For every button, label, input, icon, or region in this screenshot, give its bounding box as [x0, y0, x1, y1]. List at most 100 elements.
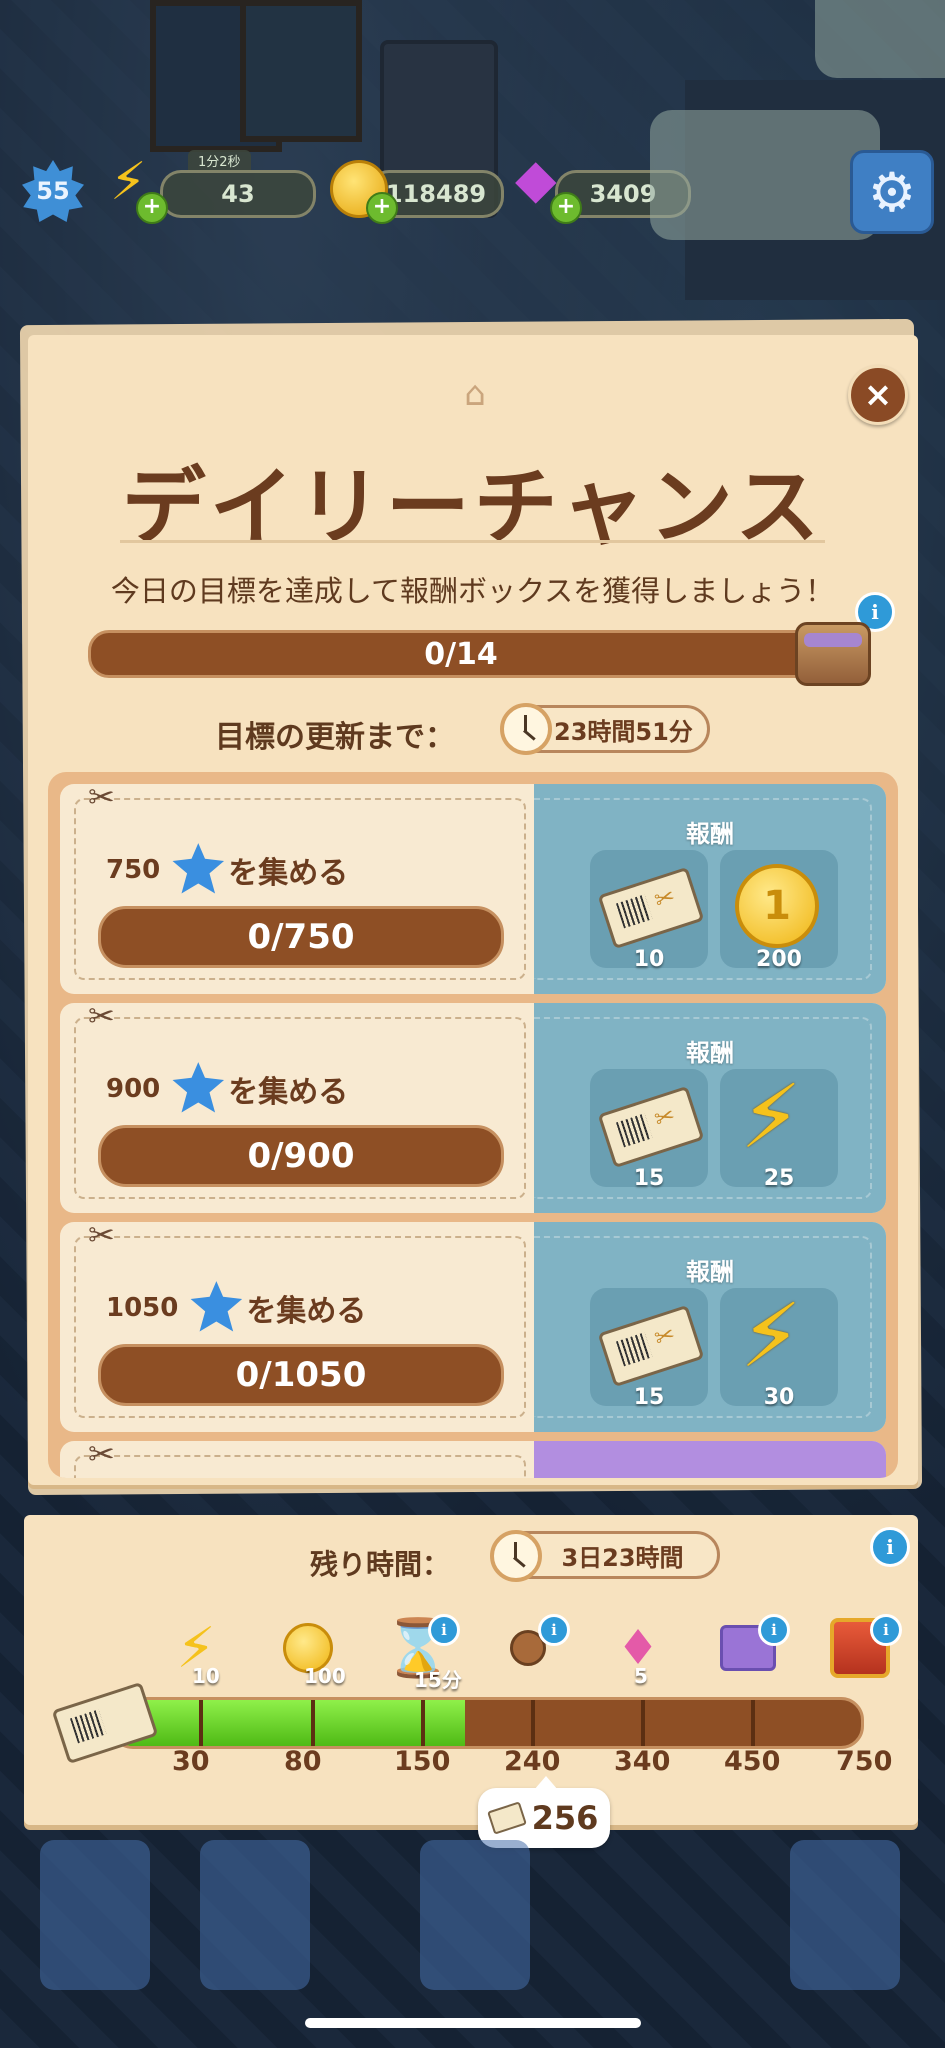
reward-label: 報酬: [686, 1258, 734, 1286]
milestone-tick: [751, 1700, 755, 1746]
nav-tile: [40, 1840, 150, 1990]
milestone-threshold: 240: [504, 1746, 561, 1777]
remaining-time-label: 残り時間：: [310, 1548, 451, 1581]
lightning-icon: ⚡: [740, 1065, 802, 1168]
blue-star-icon: [190, 1281, 243, 1332]
task-progress-text: 0/900: [247, 1136, 355, 1176]
task-suffix: を集める: [228, 856, 349, 891]
task-progress-bar: 0/750: [98, 906, 504, 968]
energy-timer: 1分2秒: [188, 150, 251, 171]
ticket-icon: [597, 1304, 705, 1388]
clock-icon: [500, 703, 552, 755]
reward-label: 報酬: [686, 820, 734, 848]
reward-value: 10: [633, 947, 665, 972]
daily-progress-text: 0/14: [424, 636, 498, 672]
milestone-threshold: 340: [614, 1746, 671, 1777]
task-bubble-top[interactable]: [815, 0, 945, 78]
nav-tile: [200, 1840, 310, 1990]
task-suffix: を集める: [246, 1294, 367, 1329]
ticket-icon: [597, 866, 705, 950]
task-progress-bar: 0/1050: [98, 1344, 504, 1406]
reward-item[interactable]: 15: [590, 1288, 708, 1410]
task-list[interactable]: ✂ 750 を集める 0/750 報酬 10 1 200 ✂ 900 を集める …: [48, 772, 898, 1478]
remaining-time-text: 3日23時間: [561, 1543, 684, 1572]
event-progress-track: [110, 1697, 864, 1749]
task-card: ✂ 750 を集める 0/750 報酬 10 1 200: [60, 784, 886, 994]
nav-tile: [420, 1840, 530, 1990]
milestone-value: 100: [304, 1664, 346, 1688]
milestone-tick: [421, 1700, 425, 1746]
add-gems-button[interactable]: +: [550, 192, 582, 224]
task-suffix: を集める: [228, 1075, 349, 1110]
building-ornament-icon: ⌂: [464, 374, 486, 414]
task-amount: 1050: [106, 1293, 179, 1323]
milestone-threshold: 30: [172, 1746, 210, 1777]
milestone-threshold: 150: [394, 1746, 451, 1777]
task-card: ✂ 1050 を集める 0/1050 報酬 15 ⚡ 30: [60, 1222, 886, 1432]
clock-icon: [490, 1530, 542, 1582]
info-icon[interactable]: i: [428, 1614, 460, 1646]
milestone-threshold: 80: [284, 1746, 322, 1777]
info-icon[interactable]: i: [758, 1614, 790, 1646]
milestone-tick: [531, 1700, 535, 1746]
task-description: 1050 を集める: [106, 1280, 366, 1336]
milestone-value: 15分: [414, 1668, 462, 1692]
reward-item[interactable]: 10: [590, 850, 708, 972]
milestone-value: 5: [634, 1664, 648, 1688]
ticket-count: 256: [531, 1799, 599, 1837]
task-card: ✂ 900 を集める 0/900 報酬 15 ⚡ 25: [60, 1003, 886, 1213]
reward-item[interactable]: ⚡ 25: [720, 1065, 838, 1191]
ticket-count-bubble: 256: [478, 1776, 610, 1848]
reward-value: 15: [633, 1385, 665, 1410]
task-progress-text: 0/1050: [235, 1355, 367, 1395]
ticket-icon: [486, 1801, 527, 1835]
reward-value: 15: [633, 1166, 665, 1191]
milestone-threshold: 450: [724, 1746, 781, 1777]
task-progress-text: 0/750: [247, 917, 355, 957]
blue-star-icon: [172, 1062, 225, 1113]
task-amount: 750: [106, 855, 161, 885]
close-button[interactable]: ×: [848, 365, 908, 425]
info-icon[interactable]: i: [870, 1527, 910, 1567]
settings-button[interactable]: ⚙: [850, 150, 934, 234]
reward-item[interactable]: 1 200: [720, 850, 838, 972]
milestone-tick: [641, 1700, 645, 1746]
player-level-badge[interactable]: 55: [22, 160, 84, 222]
info-icon[interactable]: i: [538, 1614, 570, 1646]
blue-star-icon: [172, 843, 225, 894]
reward-value: 30: [763, 1385, 795, 1410]
refresh-time-text: 23時間51分: [554, 717, 693, 746]
task-description: 750 を集める: [106, 842, 348, 898]
milestone-tick: [311, 1700, 315, 1746]
gear-icon: ⚙: [867, 160, 917, 224]
task-bubble[interactable]: [650, 110, 880, 240]
add-energy-button[interactable]: +: [136, 192, 168, 224]
scissors-icon: ✂: [88, 1003, 115, 1035]
milestone-value: 10: [192, 1664, 220, 1688]
event-progress-fill: [113, 1700, 465, 1746]
panel-subtitle: 今日の目標を達成して報酬ボックスを獲得しましょう！: [110, 574, 835, 608]
home-indicator: [305, 2018, 641, 2028]
task-description: 900 を集める: [106, 1061, 348, 1117]
add-coins-button[interactable]: +: [366, 192, 398, 224]
reward-item[interactable]: 15: [590, 1069, 708, 1191]
scissors-icon: ✂: [88, 1222, 115, 1254]
task-card-partial: ✂: [60, 1441, 886, 1478]
scissors-icon: ✂: [88, 784, 115, 816]
title-divider: [120, 540, 825, 543]
lightning-icon: ⚡: [740, 1284, 802, 1387]
event-progress-panel: [24, 1515, 918, 1825]
task-progress-bar: 0/900: [98, 1125, 504, 1187]
info-icon[interactable]: i: [870, 1614, 902, 1646]
milestone-tick: [199, 1700, 203, 1746]
reward-box-icon[interactable]: [795, 622, 871, 686]
dashed-border: [74, 1455, 526, 1478]
reward-panel: [534, 1441, 886, 1478]
task-amount: 900: [106, 1074, 161, 1104]
nav-tile: [790, 1840, 900, 1990]
reward-item[interactable]: ⚡ 30: [720, 1284, 838, 1410]
refresh-label: 目標の更新まで：: [215, 720, 455, 755]
energy-counter[interactable]: 43: [160, 170, 316, 218]
reward-value: 25: [763, 1166, 795, 1191]
gem-icon: ◆: [515, 147, 557, 210]
